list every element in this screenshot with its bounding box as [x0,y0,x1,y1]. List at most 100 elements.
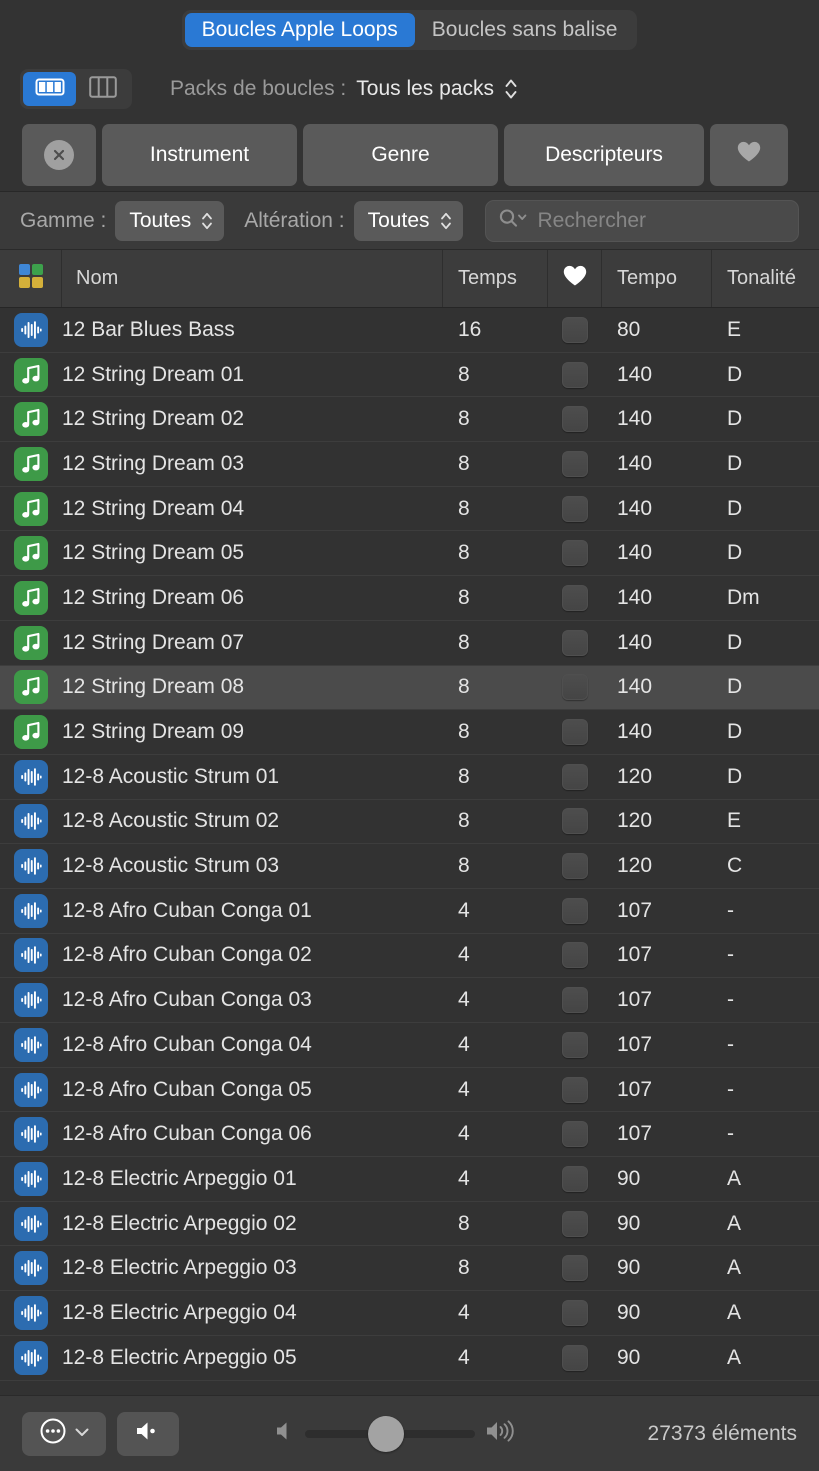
tab-untagged-loops[interactable]: Boucles sans balise [415,13,635,47]
row-favorite-checkbox[interactable] [548,898,602,924]
mute-button[interactable] [117,1412,179,1456]
row-key: D [712,407,819,431]
filter-descriptors-button[interactable]: Descripteurs [504,124,704,186]
table-row[interactable]: 12 String Dream 028140D [0,397,819,442]
row-favorite-checkbox[interactable] [548,764,602,790]
heart-icon [562,264,588,294]
table-row[interactable]: 12 Bar Blues Bass1680E [0,308,819,353]
row-favorite-checkbox[interactable] [548,674,602,700]
table-row[interactable]: 12 String Dream 018140D [0,353,819,398]
tab-apple-loops[interactable]: Boucles Apple Loops [185,13,415,47]
row-favorite-checkbox[interactable] [548,942,602,968]
volume-slider-knob[interactable] [368,1416,404,1452]
column-header-tempo[interactable]: Tempo [602,250,712,307]
table-row[interactable]: 12 String Dream 038140D [0,442,819,487]
column-header-key[interactable]: Tonalité [712,250,819,307]
row-tempo: 140 [602,631,712,655]
row-key: A [712,1346,819,1370]
table-row[interactable]: 12 String Dream 098140D [0,710,819,755]
view-list-button[interactable] [76,72,129,106]
row-favorite-checkbox[interactable] [548,540,602,566]
table-row[interactable]: 12-8 Electric Arpeggio 01490A [0,1157,819,1202]
table-row[interactable]: 12-8 Acoustic Strum 018120D [0,755,819,800]
row-beats: 8 [443,497,548,521]
gamme-popup[interactable]: Toutes [115,201,224,241]
view-mode-toggle [20,69,132,109]
row-favorite-checkbox[interactable] [548,1255,602,1281]
clear-x-icon [44,140,74,170]
table-row[interactable]: 12-8 Afro Cuban Conga 024107- [0,934,819,979]
alteration-popup[interactable]: Toutes [354,201,463,241]
row-favorite-checkbox[interactable] [548,630,602,656]
row-beats: 8 [443,1256,548,1280]
row-beats: 4 [443,899,548,923]
row-favorite-checkbox[interactable] [548,1345,602,1371]
packs-popup-value[interactable]: Tous les packs [356,77,494,101]
row-favorite-checkbox[interactable] [548,1300,602,1326]
row-favorite-checkbox[interactable] [548,362,602,388]
row-name: 12 String Dream 07 [62,631,443,655]
audio-loop-icon [0,1162,62,1196]
table-row[interactable]: 12 String Dream 088140D [0,666,819,711]
filter-instrument-button[interactable]: Instrument [102,124,297,186]
table-row[interactable]: 12-8 Acoustic Strum 038120C [0,844,819,889]
row-favorite-checkbox[interactable] [548,719,602,745]
row-favorite-checkbox[interactable] [548,585,602,611]
table-row[interactable]: 12-8 Electric Arpeggio 02890A [0,1202,819,1247]
loop-list[interactable]: 12 Bar Blues Bass1680E12 String Dream 01… [0,308,819,1395]
table-row[interactable]: 12-8 Afro Cuban Conga 054107- [0,1068,819,1113]
table-row[interactable]: 12-8 Afro Cuban Conga 044107- [0,1023,819,1068]
row-favorite-checkbox[interactable] [548,406,602,432]
table-row[interactable]: 12 String Dream 068140Dm [0,576,819,621]
row-beats: 8 [443,541,548,565]
midi-loop-icon [0,358,62,392]
table-row[interactable]: 12-8 Afro Cuban Conga 014107- [0,889,819,934]
row-favorite-checkbox[interactable] [548,1077,602,1103]
table-row[interactable]: 12-8 Electric Arpeggio 04490A [0,1291,819,1336]
up-down-chevron-icon [200,209,214,233]
row-beats: 8 [443,407,548,431]
row-favorite-checkbox[interactable] [548,496,602,522]
row-favorite-checkbox[interactable] [548,451,602,477]
row-favorite-checkbox[interactable] [548,1211,602,1237]
row-key: A [712,1301,819,1325]
row-name: 12-8 Electric Arpeggio 05 [62,1346,443,1370]
row-name: 12-8 Afro Cuban Conga 05 [62,1078,443,1102]
table-row[interactable]: 12-8 Acoustic Strum 028120E [0,800,819,845]
table-row[interactable]: 12-8 Afro Cuban Conga 064107- [0,1112,819,1157]
table-row[interactable]: 12-8 Electric Arpeggio 05490A [0,1336,819,1381]
volume-slider[interactable] [305,1430,475,1438]
row-beats: 8 [443,1212,548,1236]
search-magnifier-icon[interactable] [498,207,528,234]
row-favorite-checkbox[interactable] [548,1032,602,1058]
row-favorite-checkbox[interactable] [548,808,602,834]
row-name: 12 String Dream 01 [62,363,443,387]
actions-menu-button[interactable] [22,1412,106,1456]
table-row[interactable]: 12 String Dream 058140D [0,531,819,576]
column-header-favorite[interactable] [548,250,602,307]
table-row[interactable]: 12 String Dream 048140D [0,487,819,532]
row-beats: 8 [443,854,548,878]
row-name: 12-8 Electric Arpeggio 01 [62,1167,443,1191]
row-favorite-checkbox[interactable] [548,853,602,879]
row-favorite-checkbox[interactable] [548,1166,602,1192]
view-grid-button[interactable] [23,72,76,106]
filter-genre-button[interactable]: Genre [303,124,498,186]
audio-loop-icon [0,1117,62,1151]
row-favorite-checkbox[interactable] [548,317,602,343]
row-favorite-checkbox[interactable] [548,1121,602,1147]
row-beats: 8 [443,675,548,699]
table-row[interactable]: 12-8 Afro Cuban Conga 034107- [0,978,819,1023]
loop-browser-window: Boucles Apple Loops Boucles sans balise [0,0,819,1471]
column-header-icon[interactable] [0,250,62,307]
row-favorite-checkbox[interactable] [548,987,602,1013]
search-field[interactable]: Rechercher [485,200,800,242]
column-header-name[interactable]: Nom [62,250,443,307]
reset-filters-button[interactable] [22,124,96,186]
table-row[interactable]: 12-8 Electric Arpeggio 03890A [0,1246,819,1291]
row-name: 12-8 Afro Cuban Conga 01 [62,899,443,923]
column-header-beats[interactable]: Temps [443,250,548,307]
up-down-chevron-icon[interactable] [503,76,519,102]
table-row[interactable]: 12 String Dream 078140D [0,621,819,666]
filter-favorites-button[interactable] [710,124,788,186]
